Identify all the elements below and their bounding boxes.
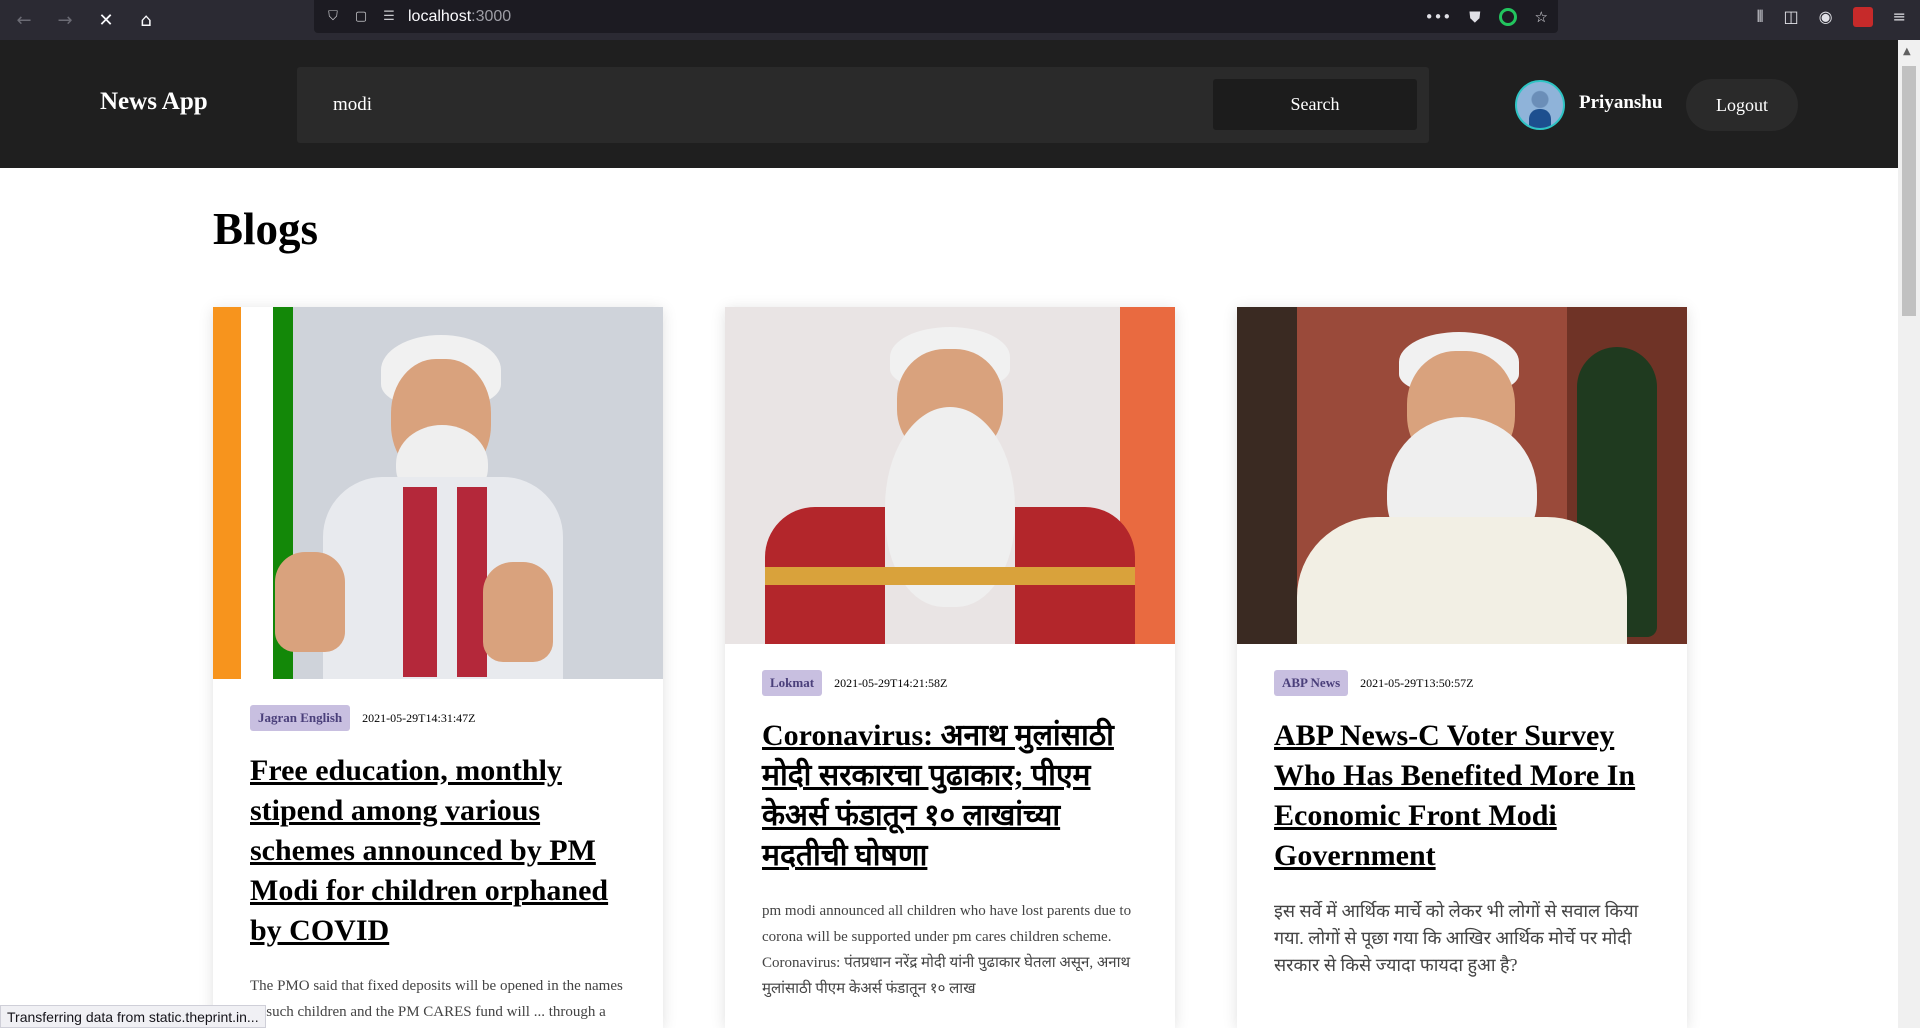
scroll-thumb[interactable] — [1902, 66, 1916, 316]
home-icon[interactable]: ⌂ — [130, 4, 162, 36]
sidebar-icon[interactable]: ◫ — [1784, 7, 1799, 26]
url-host: localhost — [408, 7, 472, 25]
article-description: pm modi announced all children who have … — [762, 903, 1132, 997]
article-description: The PMO said that fixed deposits will be… — [250, 978, 623, 1020]
article-title-link[interactable]: Free education, monthly stipend among va… — [250, 751, 626, 951]
search-bar: Search — [297, 67, 1429, 143]
article-description: इस सर्वे में आर्थिक मार्चे को लेकर भी लो… — [1274, 901, 1639, 975]
source-badge: ABP News — [1274, 670, 1349, 696]
article-card: ABP News 2021-05-29T13:50:57Z ABP News-C… — [1237, 307, 1687, 1028]
brand-logo[interactable]: News App — [100, 88, 208, 116]
pocket-icon[interactable]: ⛊ — [1469, 8, 1480, 26]
page-actions-icon[interactable]: ••• — [1425, 8, 1452, 26]
page-title: Blogs — [213, 204, 319, 254]
bookmark-star-icon[interactable]: ☆ — [1535, 8, 1548, 26]
library-icon[interactable]: ⫴ — [1757, 7, 1764, 27]
page-icon: ▢ — [354, 9, 368, 24]
menu-icon[interactable]: ≡ — [1893, 7, 1906, 26]
shield-icon[interactable]: ⛉ — [324, 8, 342, 26]
source-badge: Lokmat — [762, 670, 823, 696]
avatar[interactable] — [1515, 80, 1565, 130]
back-icon[interactable]: ← — [8, 4, 40, 36]
logout-button[interactable]: Logout — [1686, 79, 1798, 131]
page-scrollbar[interactable]: ▲ — [1898, 40, 1920, 1028]
article-card: Lokmat 2021-05-29T14:21:58Z Coronavirus:… — [725, 307, 1175, 1028]
app-header: News App Search Priyanshu Logout — [0, 40, 1898, 168]
article-image[interactable] — [213, 307, 663, 679]
forward-icon[interactable]: → — [49, 4, 81, 36]
publish-date: 2021-05-29T13:50:57Z — [1360, 675, 1474, 690]
article-title-link[interactable]: Coronavirus: अनाथ मुलांसाठी मोदी सरकारचा… — [762, 716, 1138, 876]
publish-date: 2021-05-29T14:31:47Z — [362, 710, 476, 725]
extension-icon[interactable] — [1498, 7, 1517, 26]
url-text[interactable]: localhost:3000 — [408, 8, 511, 26]
search-input[interactable] — [333, 85, 1153, 125]
source-badge: Jagran English — [250, 705, 351, 731]
url-port: :3000 — [471, 7, 512, 25]
publish-date: 2021-05-29T14:21:58Z — [834, 675, 948, 690]
address-bar[interactable]: ⛉ ▢ ☰ localhost:3000 ••• ⛊ ☆ — [314, 0, 1558, 33]
browser-toolbar: ← → ✕ ⌂ ⛉ ▢ ☰ localhost:3000 ••• ⛊ ☆ ⫴ ◫… — [0, 0, 1920, 40]
addon-icon[interactable] — [1852, 6, 1873, 27]
username: Priyanshu — [1579, 92, 1663, 113]
stop-loading-icon[interactable]: ✕ — [90, 4, 122, 36]
account-icon[interactable]: ◉ — [1819, 7, 1833, 26]
article-image[interactable] — [725, 307, 1175, 644]
status-bar: Transferring data from static.theprint.i… — [0, 1005, 266, 1028]
search-button[interactable]: Search — [1213, 79, 1417, 130]
article-image[interactable] — [1237, 307, 1687, 644]
article-card: Jagran English 2021-05-29T14:31:47Z Free… — [213, 307, 663, 1028]
article-title-link[interactable]: ABP News-C Voter Survey Who Has Benefite… — [1274, 716, 1650, 876]
site-permissions-icon[interactable]: ☰ — [380, 8, 398, 26]
scroll-up-icon[interactable]: ▲ — [1903, 46, 1911, 57]
